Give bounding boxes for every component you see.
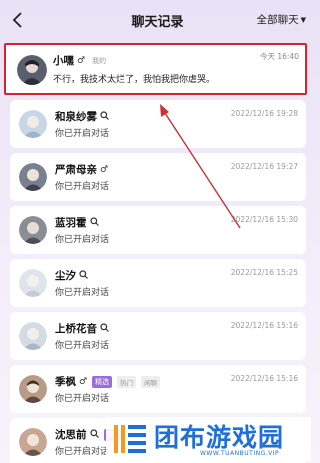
tag-chat: 闲聊 — [141, 375, 161, 388]
last-message: 你已开启对话 — [55, 394, 110, 404]
chat-time: 2022/12/16 15:16 — [230, 321, 298, 330]
chat-time: 2022/12/16 15:30 — [230, 215, 298, 224]
chat-filter-dropdown[interactable]: 全部聊天 ▼ — [257, 12, 306, 27]
chat-name: 季枫 — [55, 376, 76, 388]
watermark: 团布游戏园 WWW.TUANBUTING.VIP — [106, 417, 311, 461]
avatar — [19, 428, 47, 456]
male-icon: ♂ — [77, 55, 86, 66]
chat-name: 小嘿 — [53, 55, 74, 67]
mine-tag: 我的 — [92, 56, 107, 65]
chat-name: 沈思前 — [55, 429, 87, 441]
caret-down-icon: ▼ — [300, 15, 306, 24]
chat-list-item[interactable]: 蓝羽霍 你已开启对话 2022/12/16 15:30 — [10, 206, 306, 254]
chat-time: 今天 16:40 — [260, 52, 299, 61]
last-message: 你已开启对话 — [55, 341, 110, 351]
chat-name: 上桥花音 — [55, 323, 97, 335]
chat-list-item[interactable]: 上桥花音 你已开启对话 2022/12/16 15:16 — [10, 312, 306, 360]
chat-list-item[interactable]: 小嘿 ♂ 我的 不行，我技术太烂了，我怕我把你虐哭。 今天 16:40 — [4, 43, 307, 95]
avatar — [19, 110, 47, 138]
last-message: 你已开启对话 — [55, 129, 110, 139]
avatar — [19, 375, 47, 403]
male-icon: ♂ — [79, 376, 88, 387]
search-icon — [79, 269, 88, 282]
search-icon — [100, 322, 109, 335]
avatar — [17, 55, 47, 85]
search-icon — [100, 110, 109, 123]
tag-featured: 精选 — [92, 375, 113, 388]
top-bar: 聊天记录 全部聊天 ▼ — [0, 0, 315, 40]
chat-time: 2022/12/16 19:28 — [230, 109, 298, 118]
chat-time: 2022/12/16 15:16 — [230, 374, 298, 383]
watermark-url: WWW.TUANBUTING.VIP — [200, 450, 280, 457]
male-icon: ♂ — [100, 164, 109, 175]
chat-list-item[interactable]: 尘汐 你已开启对话 2022/12/16 15:25 — [10, 259, 306, 307]
search-icon — [89, 428, 99, 441]
avatar — [19, 216, 47, 244]
chat-list-item[interactable]: 和泉纱雾 你已开启对话 2022/12/16 19:28 — [10, 100, 306, 148]
chat-name: 尘汐 — [55, 270, 76, 282]
search-icon — [89, 216, 99, 229]
avatar — [19, 322, 47, 350]
chat-name: 严肃母亲 — [55, 164, 97, 176]
avatar — [19, 269, 47, 297]
avatar — [19, 163, 47, 191]
chat-time: 2022/12/16 15:25 — [230, 268, 298, 277]
chat-time: 2022/12/16 19:27 — [230, 162, 298, 171]
tag-hot: 热门 — [117, 375, 137, 388]
chat-list-item[interactable]: 季枫 ♂ 精选 热门 闲聊 你已开启对话 2022/12/16 15:16 — [10, 365, 306, 413]
chat-name: 蓝羽霍 — [55, 217, 87, 229]
last-message: 不行，我技术太烂了，我怕我把你虐哭。 — [53, 75, 216, 85]
chat-name: 和泉纱雾 — [55, 111, 97, 123]
last-message: 你已开启对话 — [55, 182, 110, 192]
last-message: 你已开启对话 — [55, 288, 110, 298]
last-message: 你已开启对话 — [55, 447, 110, 457]
last-message: 你已开启对话 — [55, 235, 110, 245]
watermark-text: 团布游戏园 — [154, 423, 285, 452]
chat-list-item[interactable]: 严肃母亲 ♂ 你已开启对话 2022/12/16 19:27 — [10, 153, 306, 201]
watermark-logo-icon — [114, 425, 146, 453]
filter-label: 全部聊天 — [256, 14, 299, 26]
